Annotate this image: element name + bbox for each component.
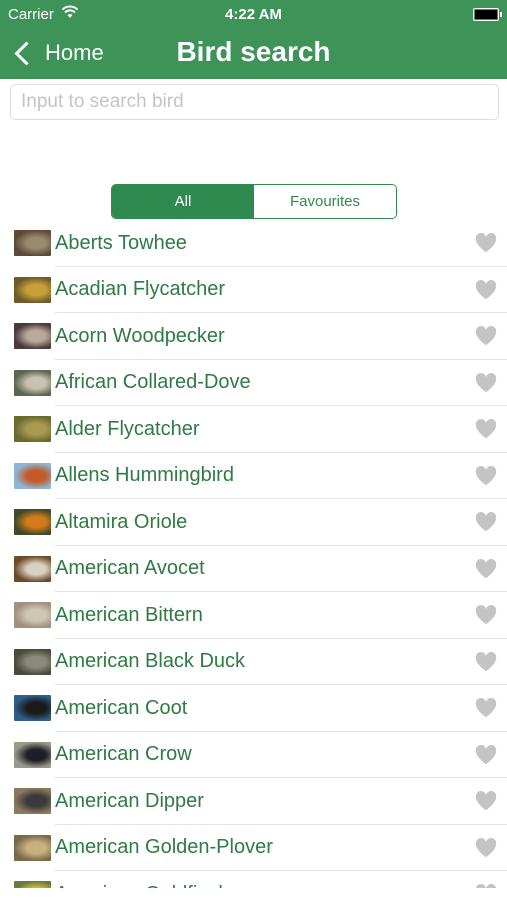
- list-item[interactable]: American Dipper: [0, 778, 507, 825]
- list-item[interactable]: Acorn Woodpecker: [0, 313, 507, 360]
- heart-icon[interactable]: [475, 511, 497, 533]
- list-item[interactable]: Altamira Oriole: [0, 499, 507, 546]
- bird-name: American Avocet: [55, 557, 205, 580]
- heart-icon[interactable]: [475, 418, 497, 440]
- status-bar: Carrier 4:22 AM: [0, 0, 507, 28]
- bird-name: American Dipper: [55, 789, 204, 812]
- heart-icon[interactable]: [475, 558, 497, 580]
- bird-thumbnail: [14, 881, 51, 888]
- list-item[interactable]: American Golden-Plover: [0, 825, 507, 872]
- search-input[interactable]: [11, 85, 498, 119]
- heart-icon[interactable]: [475, 372, 497, 394]
- bird-name: American Coot: [55, 696, 188, 719]
- heart-icon[interactable]: [475, 744, 497, 766]
- heart-icon[interactable]: [475, 232, 497, 254]
- bird-thumbnail: [14, 602, 51, 629]
- top-bar: Carrier 4:22 AM Home Bird search: [0, 0, 507, 79]
- battery-icon: [473, 8, 502, 21]
- page-title: Bird search: [176, 36, 331, 67]
- list-item[interactable]: Alder Flycatcher: [0, 406, 507, 453]
- bird-thumbnail: [14, 555, 51, 582]
- bird-thumbnail: [14, 323, 51, 350]
- clock: 4:22 AM: [225, 6, 282, 23]
- segment-all[interactable]: All: [112, 185, 254, 218]
- bird-name: Altamira Oriole: [55, 510, 188, 533]
- bird-name: Aberts Towhee: [55, 231, 187, 254]
- segmented-control: All Favourites: [111, 184, 397, 219]
- navigation-bar: Home Bird search: [0, 28, 507, 79]
- list-item[interactable]: American Avocet: [0, 546, 507, 593]
- heart-icon[interactable]: [475, 790, 497, 812]
- heart-icon[interactable]: [475, 697, 497, 719]
- bird-name: Alder Flycatcher: [55, 417, 200, 440]
- heart-icon[interactable]: [475, 279, 497, 301]
- bird-thumbnail: [14, 230, 51, 257]
- bird-name: Acorn Woodpecker: [55, 324, 225, 347]
- bird-name: African Collared-Dove: [55, 371, 251, 394]
- bird-list: Aberts Towhee Acadian Flycatcher Acorn Woo…: [0, 220, 507, 888]
- list-item[interactable]: American Goldfinch: [0, 871, 507, 888]
- heart-icon[interactable]: [475, 883, 497, 888]
- heart-icon[interactable]: [475, 837, 497, 859]
- heart-icon[interactable]: [475, 651, 497, 673]
- bird-thumbnail: [14, 648, 51, 675]
- bird-thumbnail: [14, 369, 51, 396]
- bird-thumbnail: [14, 462, 51, 489]
- bird-name: Allens Hummingbird: [55, 464, 234, 487]
- segment-favourites[interactable]: Favourites: [254, 185, 396, 218]
- bird-thumbnail: [14, 788, 51, 815]
- bird-name: American Golden-Plover: [55, 836, 273, 859]
- list-item[interactable]: Allens Hummingbird: [0, 453, 507, 500]
- list-item[interactable]: Acadian Flycatcher: [0, 267, 507, 314]
- bird-name: American Bittern: [55, 603, 203, 626]
- list-item[interactable]: American Coot: [0, 685, 507, 732]
- bird-name: Acadian Flycatcher: [55, 278, 226, 301]
- search-box: [10, 84, 499, 120]
- list-item[interactable]: American Black Duck: [0, 639, 507, 686]
- bird-name: American Crow: [55, 743, 192, 766]
- bird-name: American Black Duck: [55, 650, 246, 673]
- list-item[interactable]: American Crow: [0, 732, 507, 779]
- bird-name: American Goldfinch: [55, 883, 230, 888]
- list-item[interactable]: Aberts Towhee: [0, 220, 507, 267]
- heart-icon[interactable]: [475, 604, 497, 626]
- bird-thumbnail: [14, 509, 51, 536]
- bird-thumbnail: [14, 834, 51, 861]
- list-item[interactable]: African Collared-Dove: [0, 360, 507, 407]
- heart-icon[interactable]: [475, 465, 497, 487]
- bird-thumbnail: [14, 695, 51, 722]
- list-item[interactable]: American Bittern: [0, 592, 507, 639]
- heart-icon[interactable]: [475, 325, 497, 347]
- bird-thumbnail: [14, 416, 51, 443]
- bird-thumbnail: [14, 276, 51, 303]
- bird-thumbnail: [14, 741, 51, 768]
